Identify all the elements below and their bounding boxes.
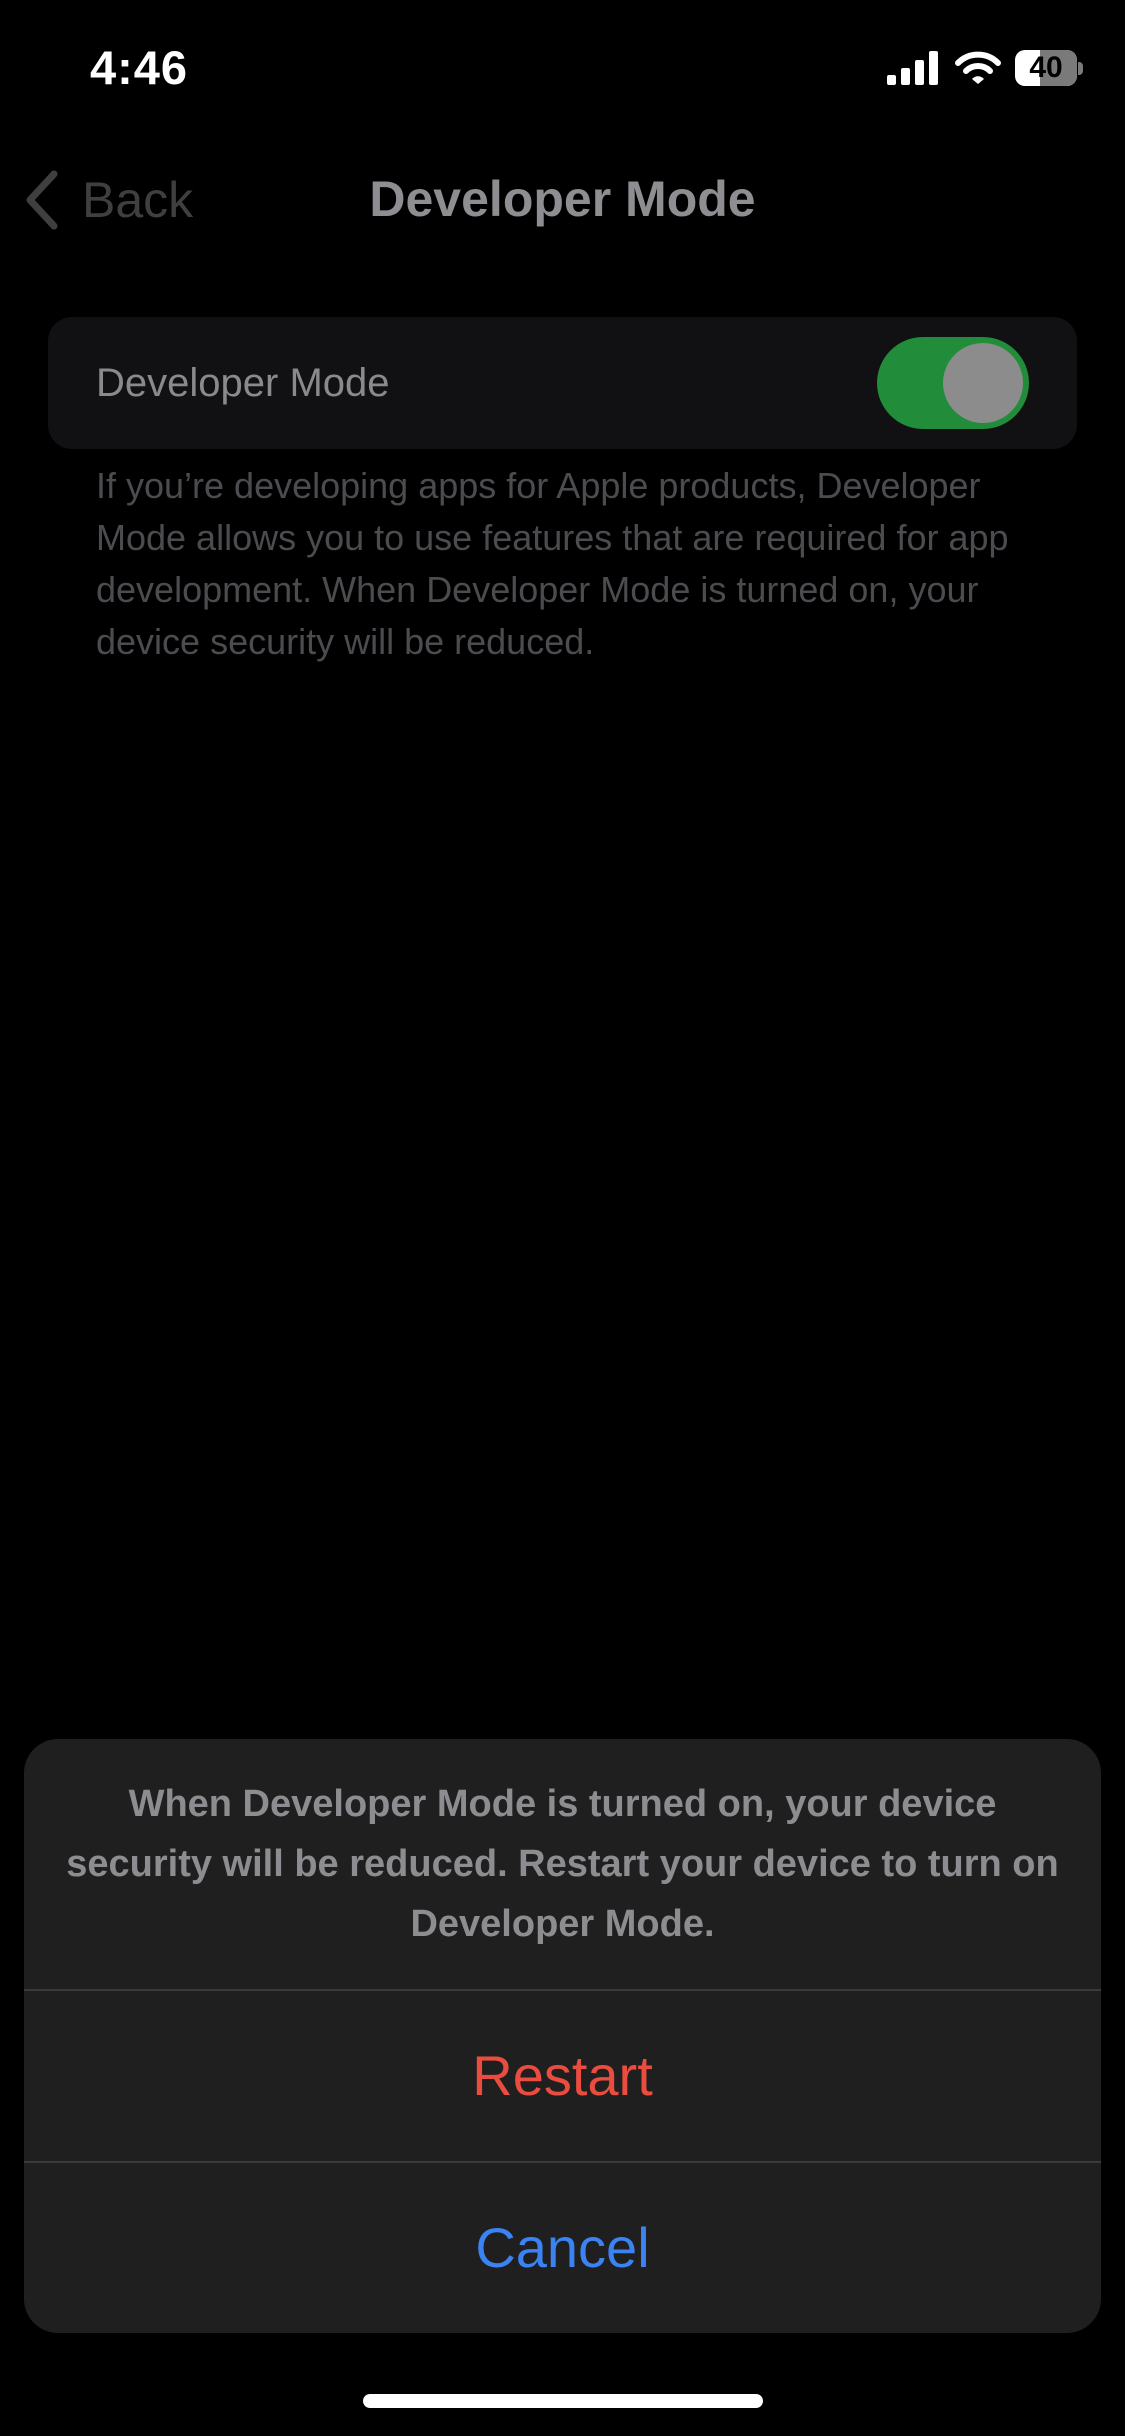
developer-mode-row: Developer Mode — [48, 317, 1077, 449]
status-bar: 4:46 40 — [0, 0, 1125, 132]
home-indicator[interactable] — [363, 2394, 763, 2408]
developer-mode-footer: If you’re developing apps for Apple prod… — [96, 465, 1009, 662]
developer-mode-toggle[interactable] — [877, 337, 1029, 429]
status-icons: 40 — [887, 48, 1083, 88]
developer-mode-label: Developer Mode — [96, 361, 390, 405]
action-sheet-message: When Developer Mode is turned on, your d… — [66, 1783, 1059, 1945]
page-title: Developer Mode — [369, 171, 756, 227]
battery-percent: 40 — [1029, 51, 1063, 84]
navigation-bar: Back Developer Mode — [0, 150, 1125, 250]
cancel-button[interactable]: Cancel — [24, 2163, 1101, 2333]
restart-button[interactable]: Restart — [24, 1991, 1101, 2161]
toggle-knob — [943, 343, 1023, 423]
restart-action-sheet: When Developer Mode is turned on, your d… — [24, 1739, 1101, 2333]
battery-icon: 40 — [1015, 50, 1083, 86]
signal-icon — [887, 51, 938, 85]
wifi-icon — [955, 51, 1001, 84]
status-time: 4:46 — [90, 41, 189, 94]
